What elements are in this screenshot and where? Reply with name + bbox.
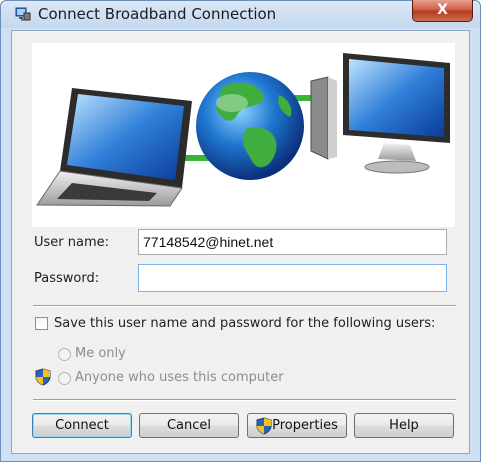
radio-me-only[interactable]: [58, 348, 71, 361]
dialog-window: Connect Broadband Connection X User name…: [0, 0, 481, 462]
uac-shield-icon: [256, 416, 272, 435]
cancel-button[interactable]: Cancel: [139, 413, 239, 438]
laptop-image: [36, 88, 192, 207]
radio-anyone-label: Anyone who uses this computer: [75, 370, 284, 385]
network-connection-icon: [15, 7, 31, 21]
globe-image: [196, 72, 304, 180]
title-bar[interactable]: Connect Broadband Connection X: [1, 0, 480, 28]
desktop-computer-image: [310, 53, 450, 174]
password-label: Password:: [34, 271, 100, 286]
help-button[interactable]: Help: [354, 413, 454, 438]
close-button[interactable]: X: [412, 0, 473, 22]
username-label: User name:: [34, 235, 110, 250]
connect-button[interactable]: Connect: [32, 413, 132, 438]
window-title: Connect Broadband Connection: [38, 5, 277, 23]
uac-shield-icon: [35, 368, 51, 386]
username-input[interactable]: 77148542@hinet.net: [138, 229, 447, 255]
separator: [33, 399, 456, 400]
dialog-body: User name: 77148542@hinet.net Password: …: [11, 30, 470, 454]
connection-illustration: [32, 43, 455, 227]
close-icon: X: [437, 2, 448, 18]
password-input[interactable]: [138, 264, 447, 292]
radio-anyone[interactable]: [58, 372, 71, 385]
properties-button[interactable]: Properties: [247, 413, 347, 438]
separator: [33, 305, 456, 306]
save-credentials-checkbox[interactable]: [35, 317, 48, 330]
save-credentials-label[interactable]: Save this user name and password for the…: [54, 316, 435, 331]
radio-me-only-label: Me only: [75, 346, 126, 361]
properties-button-label: Properties: [272, 418, 338, 433]
